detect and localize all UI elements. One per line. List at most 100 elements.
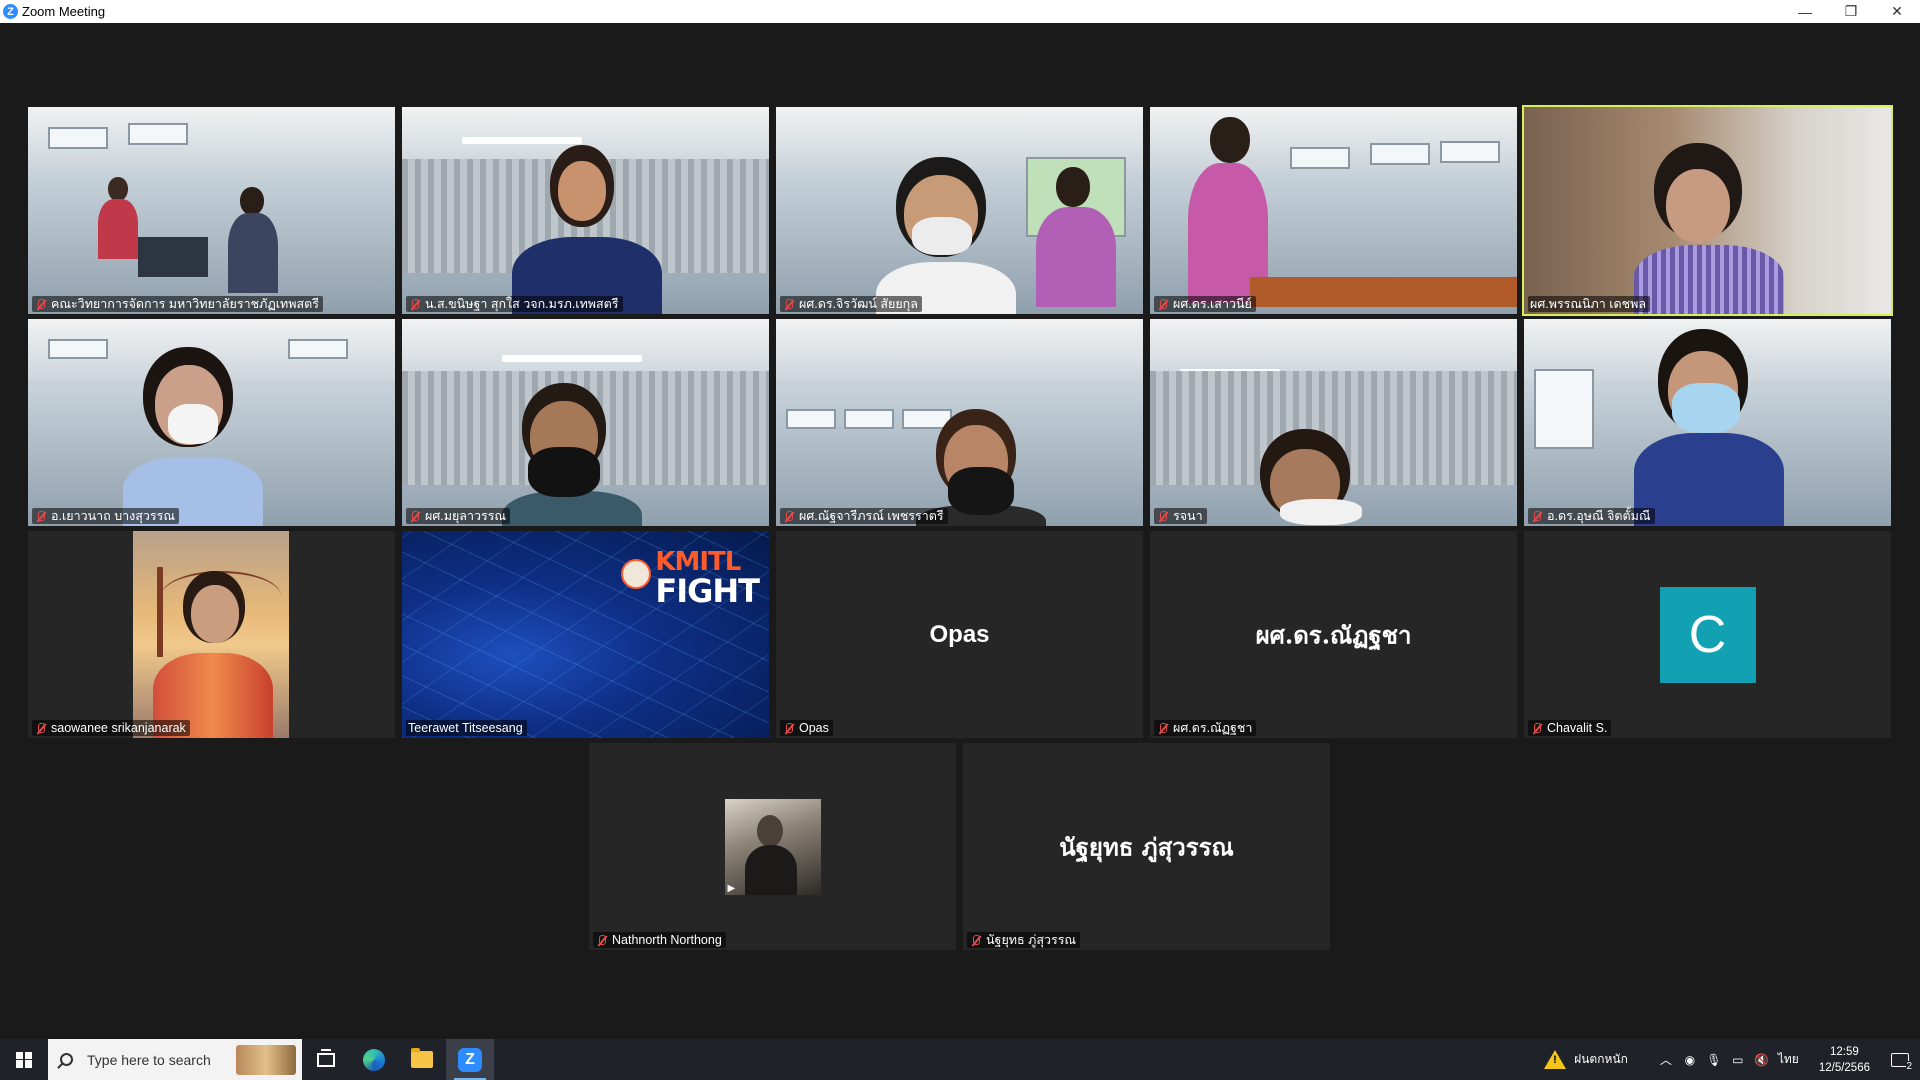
zoom-icon: Z: [458, 1047, 482, 1072]
weather-text[interactable]: ฝนตกหนัก: [1574, 1050, 1628, 1069]
participant-name-label: รจนา: [1154, 508, 1207, 524]
close-button[interactable]: ✕: [1874, 0, 1920, 23]
participant-tile[interactable]: ผศ.ดร.ณัฏฐชา ผศ.ดร.ณัฏฐชา: [1150, 531, 1517, 738]
participant-name-label: Nathnorth Northong: [593, 932, 726, 948]
mic-muted-icon: [408, 510, 421, 523]
camera-tray-icon[interactable]: ◉: [1678, 1039, 1702, 1080]
mic-muted-icon: [969, 934, 982, 947]
start-button[interactable]: [0, 1039, 48, 1080]
zoom-taskbar-button[interactable]: Z: [446, 1039, 494, 1080]
participant-display-name: นัฐยุทธ ภู่สุวรรณ: [1059, 832, 1234, 861]
participant-tile[interactable]: ▶ Nathnorth Northong: [589, 743, 956, 950]
participant-tile[interactable]: นัฐยุทธ ภู่สุวรรณ นัฐยุทธ ภู่สุวรรณ: [963, 743, 1330, 950]
search-placeholder: Type here to search: [87, 1051, 211, 1068]
participant-name-label: น.ส.ขนิษฐา สุกใส วจก.มรภ.เทพสตรี: [406, 296, 623, 312]
participant-tile-active-speaker[interactable]: ผศ.พรรณนิภา เดชพล: [1522, 105, 1893, 316]
task-view-icon: [317, 1048, 335, 1067]
mic-muted-icon: [1156, 298, 1169, 311]
system-tray: ฝนตกหนัก ︿ ◉ 🎙 ▭ 🔇 ไทย 12:59 12/5/2566 2: [1544, 1039, 1920, 1080]
participant-name-label: อ.ดร.อุษณี จิตตั้มณี: [1528, 508, 1655, 524]
participant-name-label: ผศ.ดร.จิรวัฒน์ สัยยกุล: [780, 296, 922, 312]
microphone-icon[interactable]: 🎙: [1702, 1039, 1726, 1080]
window-title: Zoom Meeting: [22, 4, 106, 19]
participant-tile[interactable]: C Chavalit S.: [1524, 531, 1891, 738]
participant-tile[interactable]: อ.ดร.อุษณี จิตตั้มณี: [1524, 319, 1891, 526]
participant-name-label: Teerawet Titseesang: [406, 720, 527, 736]
edge-icon: [363, 1048, 385, 1071]
participant-name-label: saowanee srikanjanarak: [32, 720, 190, 736]
file-explorer-button[interactable]: [398, 1039, 446, 1080]
clock-time: 12:59: [1830, 1045, 1859, 1058]
participant-tile[interactable]: ผศ.ดร.จิรวัฒน์ สัยยกุล: [776, 107, 1143, 314]
participant-tile[interactable]: น.ส.ขนิษฐา สุกใส วจก.มรภ.เทพสตรี: [402, 107, 769, 314]
mic-muted-icon: [34, 722, 47, 735]
video-feed: [28, 319, 395, 526]
taskbar-search-box[interactable]: Type here to search: [48, 1039, 302, 1080]
notification-center-button[interactable]: 2: [1880, 1039, 1920, 1080]
participant-display-name: Opas: [929, 620, 990, 648]
mic-muted-icon: [1530, 722, 1543, 735]
windows-logo-icon: [16, 1051, 32, 1068]
participant-name-label: ผศ.ดร.ณัฏฐชา: [1154, 720, 1257, 736]
participant-name-label: Opas: [780, 720, 833, 736]
mic-muted-icon: [782, 722, 795, 735]
participant-tile[interactable]: ผศ.ดร.เสาวนีย์: [1150, 107, 1517, 314]
video-feed: [402, 107, 769, 314]
mic-muted-icon: [1156, 722, 1169, 735]
speaker-muted-icon[interactable]: 🔇: [1750, 1039, 1774, 1080]
video-feed: [1150, 107, 1517, 314]
participant-name-label: ผศ.พรรณนิภา เดชพล: [1528, 296, 1651, 312]
video-feed: [776, 107, 1143, 314]
gallery-view: คณะวิทยาการจัดการ มหาวิทยาลัยราชภัฏเทพสต…: [0, 23, 1920, 1039]
clock[interactable]: 12:59 12/5/2566: [1819, 1044, 1870, 1076]
avatar: C: [1659, 586, 1756, 683]
mic-muted-icon: [782, 510, 795, 523]
mic-muted-icon: [34, 510, 47, 523]
participant-tile[interactable]: saowanee srikanjanarak: [28, 531, 395, 738]
mic-muted-icon: [782, 298, 795, 311]
avatar: ▶: [724, 798, 821, 895]
video-feed: [1524, 107, 1891, 314]
participant-tile[interactable]: KMITL FIGHT Teerawet Titseesang: [402, 531, 769, 738]
participant-name-label: ผศ.มยุลาวรรณ: [406, 508, 511, 524]
mic-muted-icon: [408, 298, 421, 311]
participant-tile[interactable]: อ.เยาวนาถ บางสุวรรณ: [28, 319, 395, 526]
weather-warning-icon[interactable]: [1544, 1050, 1567, 1069]
search-icon: [60, 1053, 73, 1066]
notification-count: 2: [1906, 1061, 1912, 1072]
mic-muted-icon: [1156, 510, 1169, 523]
video-feed: [28, 107, 395, 314]
participant-tile[interactable]: Opas Opas: [776, 531, 1143, 738]
mic-muted-icon: [595, 934, 608, 947]
play-icon: ▶: [727, 882, 736, 894]
mic-muted-icon: [34, 298, 47, 311]
search-highlight-image: [236, 1045, 296, 1075]
window-controls: — ❐ ✕: [1782, 0, 1920, 23]
input-language[interactable]: ไทย: [1778, 1050, 1799, 1069]
title-bar: Z Zoom Meeting — ❐ ✕: [0, 0, 1920, 23]
participant-name-label: ผศ.ณัฐจารีภรณ์ เพชรราตรี: [780, 508, 948, 524]
network-icon[interactable]: ▭: [1726, 1039, 1750, 1080]
chevron-up-icon[interactable]: ︿: [1654, 1039, 1678, 1080]
edge-button[interactable]: [350, 1039, 398, 1080]
video-feed: [1150, 319, 1517, 526]
taskbar: Type here to search Z ฝนตกหนัก ︿ ◉ 🎙 ▭ 🔇…: [0, 1039, 1920, 1080]
kmitl-banner: KMITL FIGHT: [655, 547, 760, 610]
kmitl-seal-icon: [621, 559, 651, 589]
participant-name-label: นัฐยุทธ ภู่สุวรรณ: [967, 932, 1081, 948]
restore-button[interactable]: ❐: [1828, 0, 1874, 23]
clock-date: 12/5/2566: [1818, 1061, 1870, 1074]
video-feed: [402, 319, 769, 526]
participant-tile[interactable]: ผศ.ณัฐจารีภรณ์ เพชรราตรี: [776, 319, 1143, 526]
video-feed: [1524, 319, 1891, 526]
participant-name-label: ผศ.ดร.เสาวนีย์: [1154, 296, 1256, 312]
minimize-button[interactable]: —: [1782, 0, 1828, 23]
participant-name-label: อ.เยาวนาถ บางสุวรรณ: [32, 508, 179, 524]
participant-display-name: ผศ.ดร.ณัฏฐชา: [1255, 620, 1412, 649]
task-view-button[interactable]: [302, 1039, 350, 1080]
video-feed: [776, 319, 1143, 526]
participant-tile[interactable]: ผศ.มยุลาวรรณ: [402, 319, 769, 526]
participant-name-label: Chavalit S.: [1528, 720, 1612, 736]
participant-tile[interactable]: คณะวิทยาการจัดการ มหาวิทยาลัยราชภัฏเทพสต…: [28, 107, 395, 314]
participant-tile[interactable]: รจนา: [1150, 319, 1517, 526]
